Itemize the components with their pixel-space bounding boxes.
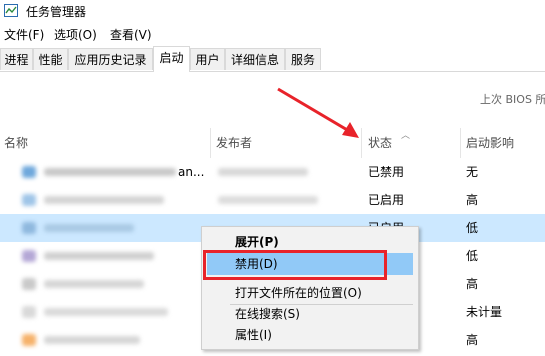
red-highlight-box [203,250,387,280]
blurred-name [44,196,164,204]
blurred-publisher [218,196,318,204]
app-icon [22,250,36,262]
context-menu: 展开(P) 禁用(D) 打开文件所在的位置(O) 在线搜索(S) 属性(I) [201,226,419,350]
blurred-name [44,252,154,260]
tab-startup[interactable]: 启动 [153,46,190,72]
tab-app-history[interactable]: 应用历史记录 [68,48,153,70]
row-impact: 低 [466,221,479,235]
row-name: an... [178,165,205,179]
app-icon [22,194,36,206]
menu-item-label: 属性(I) [235,328,272,342]
blurred-publisher [218,168,308,176]
app-icon [22,306,36,318]
sort-ascending-icon: ︿ [401,131,411,141]
column-status[interactable]: 状态 [368,128,392,158]
column-header-row: 名称 发布者 状态 启动影响 [0,128,545,158]
menu-item-label: 打开文件所在的位置(O) [235,286,362,300]
tab-performance[interactable]: 性能 [33,48,68,70]
column-impact[interactable]: 启动影响 [466,128,514,158]
table-row[interactable]: an... 已禁用 无 [0,158,545,186]
app-icon [22,222,36,234]
row-impact: 未计量 [466,305,503,319]
title-bar: 任务管理器 [0,0,545,22]
row-impact: 低 [466,249,479,263]
tab-bar: 进程 性能 应用历史记录 启动 用户 详细信息 服务 [0,46,545,72]
column-divider[interactable] [210,128,211,158]
menu-item-open-file-location[interactable]: 打开文件所在的位置(O) [202,282,418,304]
blurred-name [44,336,140,344]
app-icon [22,334,36,346]
row-status: 已禁用 [368,165,405,179]
menu-item-label: 在线搜索(S) [235,307,300,321]
column-divider[interactable] [460,128,461,158]
row-impact: 高 [466,193,479,207]
blurred-name [44,168,176,176]
blurred-name [44,308,168,316]
app-icon [22,166,36,178]
row-impact: 无 [466,165,479,179]
menu-item-properties[interactable]: 属性(I) [202,324,418,346]
tab-processes[interactable]: 进程 [0,48,33,70]
column-publisher[interactable]: 发布者 [216,128,252,158]
tab-details[interactable]: 详细信息 [225,48,285,70]
row-impact: 高 [466,277,479,291]
menu-file[interactable]: 文件(F) [4,26,44,43]
blurred-name [44,224,134,232]
menu-bar: 文件(F) 选项(O) 查看(V) [0,24,545,44]
window-title: 任务管理器 [26,5,87,19]
column-divider[interactable] [361,128,362,158]
row-impact: 高 [466,333,479,347]
task-manager-icon [4,4,18,17]
blurred-name [44,280,144,288]
menu-view[interactable]: 查看(V) [110,26,152,43]
tab-services[interactable]: 服务 [285,48,321,70]
last-bios-time-label: 上次 BIOS 所 [480,93,545,106]
tab-users[interactable]: 用户 [190,48,225,70]
table-row[interactable]: 已启用 高 [0,186,545,214]
column-name[interactable]: 名称 [4,128,28,158]
menu-options[interactable]: 选项(O) [54,26,97,43]
menu-item-search-online[interactable]: 在线搜索(S) [202,303,418,325]
app-icon [22,278,36,290]
row-status: 已启用 [368,193,405,207]
